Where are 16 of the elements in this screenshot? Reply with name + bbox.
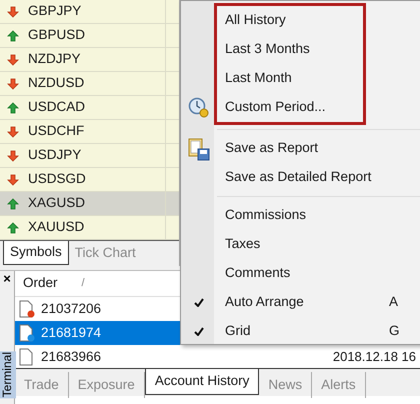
- symbol-name: NZDJPY: [28, 50, 81, 68]
- order-number: 21683966: [41, 348, 102, 366]
- symbol-name: GBPJPY: [28, 2, 82, 20]
- symbol-name: USDCAD: [28, 98, 86, 116]
- symbol-name: USDCHF: [28, 122, 84, 140]
- symbol-name: USDSGD: [28, 170, 86, 188]
- sort-mark: /: [82, 276, 85, 292]
- symbol-name: USDJPY: [28, 146, 82, 164]
- order-time: 2018.12.18 16: [332, 348, 417, 366]
- symbol-name: XAGUSD: [28, 194, 86, 212]
- order-number: 21681974: [41, 324, 102, 342]
- order-number: 21037206: [41, 300, 102, 318]
- symbol-name: XAUUSD: [28, 218, 84, 236]
- terminal-label: Terminal: [0, 350, 16, 398]
- symbol-name: GBPUSD: [28, 26, 86, 44]
- symbol-name: NZDUSD: [28, 74, 84, 92]
